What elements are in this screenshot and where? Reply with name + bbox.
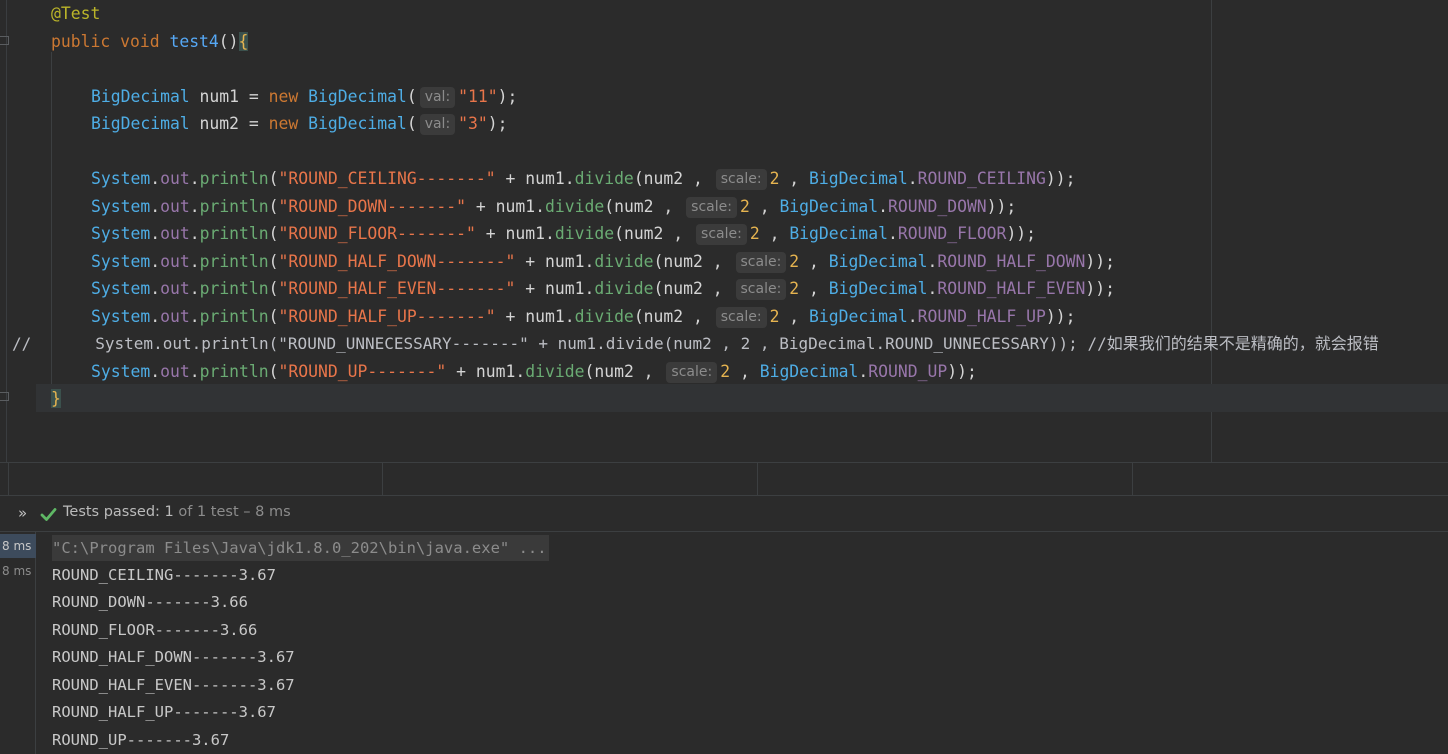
console-command: "C:\Program Files\Java\jdk1.8.0_202\bin\…	[52, 535, 549, 561]
test-status: Tests passed: 1 of 1 test – 8 ms	[63, 504, 291, 520]
test-results-toolbar: » Tests passed: 1 of 1 test – 8 ms	[0, 496, 1448, 532]
run-console[interactable]: 8 ms 8 ms "C:\Program Files\Java\jdk1.8.…	[0, 532, 1448, 754]
param-hint: scale:	[666, 362, 718, 383]
code-line-method-signature[interactable]: public void test4(){	[51, 28, 249, 55]
matched-brace: {	[238, 32, 249, 51]
param-hint: val:	[419, 114, 456, 135]
console-output-line: ROUND_CEILING-------3.67	[52, 566, 276, 584]
fold-marker-icon[interactable]	[0, 36, 9, 45]
code-line-println[interactable]: System.out.println("ROUND_HALF_UP-------…	[91, 303, 1076, 330]
code-line-close-brace[interactable]: }	[51, 385, 61, 412]
code-line-println[interactable]: System.out.println("ROUND_CEILING-------…	[91, 165, 1076, 192]
code-line-annotation[interactable]: @Test	[51, 0, 100, 27]
code-line-println[interactable]: System.out.println("ROUND_DOWN-------" +…	[91, 193, 1016, 220]
param-hint: scale:	[735, 252, 787, 273]
code-line-num1[interactable]: BigDecimal num1 = new BigDecimal(val: "11…	[91, 83, 517, 110]
console-output-line: ROUND_HALF_UP-------3.67	[52, 703, 276, 721]
expand-chevron-icon[interactable]: »	[18, 504, 27, 522]
console-output-line: ROUND_HALF_DOWN-------3.67	[52, 648, 295, 666]
test-duration[interactable]: 8 ms	[0, 560, 36, 582]
test-durations: 8 ms 8 ms	[0, 532, 36, 754]
param-hint: val:	[419, 87, 456, 108]
editor-gutter	[0, 0, 36, 462]
param-hint: scale:	[696, 224, 747, 245]
param-hint: scale:	[715, 307, 767, 328]
current-line-highlight	[36, 384, 1448, 412]
code-line-println[interactable]: System.out.println("ROUND_HALF_EVEN-----…	[91, 275, 1115, 302]
console-output-line: ROUND_DOWN-------3.66	[52, 593, 248, 611]
param-hint: scale:	[686, 197, 737, 218]
matched-brace: }	[51, 389, 61, 408]
param-hint: scale:	[735, 279, 787, 300]
code-line-println[interactable]: System.out.println("ROUND_HALF_DOWN-----…	[91, 248, 1115, 275]
console-output-line: ROUND_UP-------3.67	[52, 731, 230, 749]
test-duration[interactable]: 8 ms	[0, 534, 36, 558]
param-hint: scale:	[715, 169, 767, 190]
console-output-line: ROUND_HALF_EVEN-------3.67	[52, 676, 295, 694]
console-output-line: ROUND_FLOOR-------3.66	[52, 621, 258, 639]
code-editor[interactable]: @Test public void test4(){ BigDecimal nu…	[0, 0, 1448, 462]
indent-guide	[51, 52, 52, 412]
check-icon	[40, 508, 57, 521]
code-line-println[interactable]: System.out.println("ROUND_FLOOR-------" …	[91, 220, 1036, 247]
code-line-println[interactable]: System.out.println("ROUND_UP-------" + n…	[91, 358, 977, 385]
panel-splitter[interactable]	[0, 462, 1448, 497]
code-line-commented[interactable]: //System.out.println("ROUND_UNNECESSARY-…	[12, 330, 1379, 357]
fold-marker-icon[interactable]	[0, 392, 9, 401]
code-line-num2[interactable]: BigDecimal num2 = new BigDecimal(val: "3"…	[91, 110, 508, 137]
